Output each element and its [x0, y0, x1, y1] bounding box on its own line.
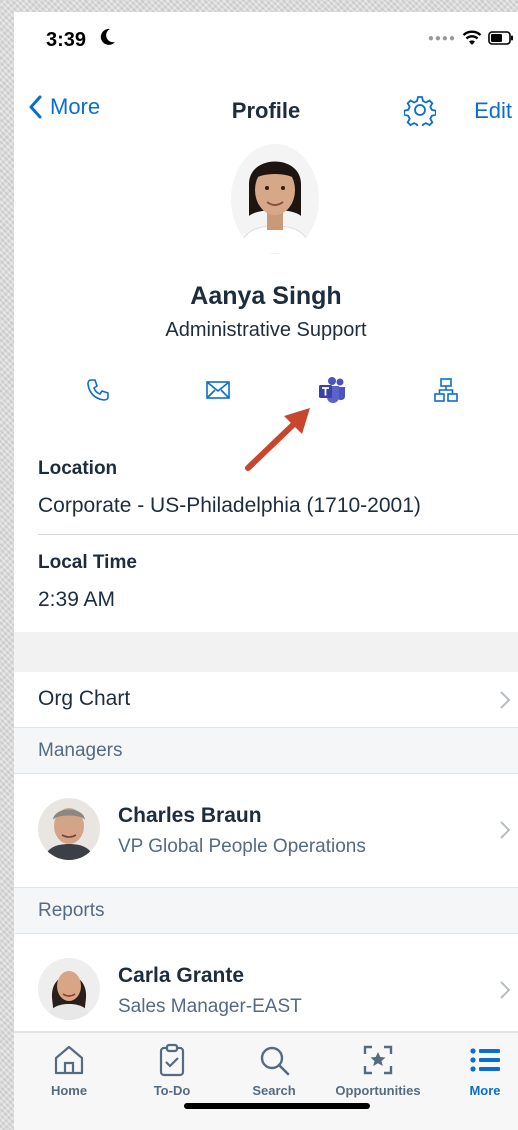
edit-button[interactable]: Edit [474, 98, 512, 124]
report-list-item[interactable]: Carla Grante Sales Manager-EAST [14, 934, 518, 1032]
divider [38, 534, 518, 535]
managers-header-label: Managers [38, 740, 123, 761]
clipboard-check-icon [159, 1043, 185, 1077]
tab-home-label: Home [50, 1083, 88, 1098]
wifi-icon [462, 30, 482, 45]
avatar [38, 798, 100, 860]
tab-to-do-label: To-Do [153, 1083, 191, 1098]
settings-gear-icon[interactable] [404, 94, 436, 126]
star-frame-icon [363, 1045, 393, 1075]
chevron-right-icon [500, 821, 511, 839]
location-label: Location [38, 458, 118, 479]
signal-dots-icon: ●●●● [427, 32, 456, 44]
tab-more[interactable]: More [430, 1043, 518, 1098]
tab-more-label: More [469, 1083, 501, 1098]
tab-search-label: Search [252, 1083, 296, 1098]
manager-role: VP Global People Operations [118, 836, 366, 857]
org-chart-icon [434, 378, 458, 402]
page-title: Profile [231, 98, 301, 123]
profile-job-title: Administrative Support [165, 319, 367, 341]
bottom-tab-bar: Home To-Do Search Opportunities More [14, 1032, 518, 1130]
call-button[interactable] [80, 372, 116, 408]
manager-list-item[interactable]: Charles Braun VP Global People Operation… [14, 774, 518, 888]
status-bar: 3:39 ●●●● [14, 12, 518, 62]
envelope-icon [206, 381, 230, 399]
report-role: Sales Manager-EAST [118, 996, 302, 1017]
report-name: Carla Grante [118, 964, 245, 987]
email-button[interactable] [200, 372, 236, 408]
tab-home[interactable]: Home [14, 1043, 124, 1098]
navigation-bar: More Profile Edit [14, 86, 518, 134]
local-time-value: 2:39 AM [38, 588, 116, 611]
tab-search[interactable]: Search [219, 1043, 329, 1098]
list-icon [470, 1048, 500, 1072]
profile-avatar [231, 144, 319, 254]
manager-name: Charles Braun [118, 804, 262, 827]
annotation-arrow-icon [245, 408, 310, 471]
moon-icon [100, 28, 115, 45]
phone-icon [87, 379, 109, 401]
home-indicator [184, 1103, 370, 1109]
phone-screen: 3:39 ●●●● More Profile Edit Aanya Singh … [14, 12, 518, 1130]
tab-to-do[interactable]: To-Do [117, 1043, 227, 1098]
tab-opportunities-label: Opportunities [335, 1083, 421, 1098]
battery-icon [488, 31, 513, 45]
location-value: Corporate - US-Philadelphia (1710-2001) [38, 494, 421, 517]
status-indicators: ●●●● [428, 30, 514, 46]
reports-header-label: Reports [38, 900, 105, 921]
tab-opportunities[interactable]: Opportunities [323, 1043, 433, 1098]
org-chart-button[interactable] [428, 372, 464, 408]
chevron-right-icon [500, 691, 511, 709]
status-time: 3:39 [46, 29, 87, 51]
home-icon [54, 1045, 84, 1075]
local-time-label: Local Time [38, 552, 137, 573]
reports-section-header: Reports [14, 888, 518, 934]
chevron-right-icon [500, 981, 511, 999]
profile-name: Aanya Singh [190, 282, 342, 310]
managers-section-header: Managers [14, 728, 518, 774]
search-icon [260, 1046, 290, 1076]
org-chart-row[interactable]: Org Chart [14, 672, 518, 728]
teams-icon [319, 377, 345, 403]
section-spacer [14, 632, 518, 672]
org-chart-label: Org Chart [38, 687, 131, 710]
avatar [38, 958, 100, 1020]
